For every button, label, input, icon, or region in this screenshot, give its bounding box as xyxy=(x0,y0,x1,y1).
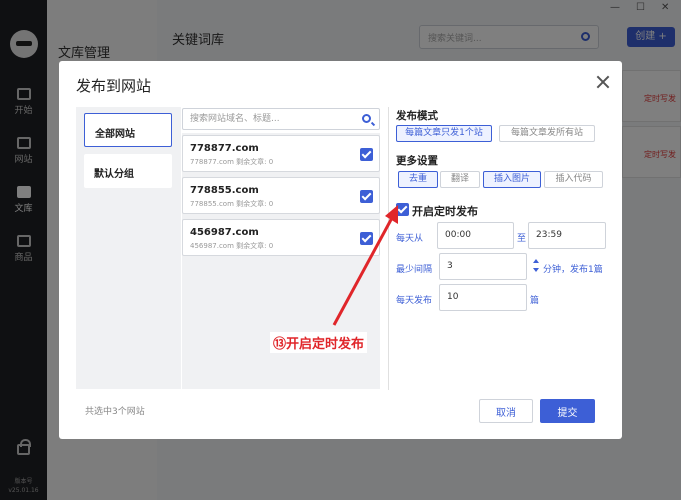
group-default[interactable]: 默认分组 xyxy=(84,154,172,188)
site-item[interactable]: 456987.com 456987.com 剩余文章: 0 xyxy=(182,219,380,256)
site-search-input[interactable] xyxy=(183,109,353,129)
site-checkbox[interactable] xyxy=(360,190,373,203)
daily-from-label: 每天从 xyxy=(396,234,424,244)
more-settings-label: 更多设置 xyxy=(396,155,438,167)
site-name: 778877.com xyxy=(190,143,259,154)
start-time-input[interactable]: 00:00 xyxy=(437,222,514,249)
site-checkbox[interactable] xyxy=(360,148,373,161)
option-insert-image[interactable]: 插入图片 xyxy=(483,171,541,188)
site-subtitle: 778855.com 剩余文章: 0 xyxy=(190,200,274,208)
close-icon[interactable] xyxy=(596,75,610,89)
schedule-checkbox[interactable] xyxy=(396,203,409,216)
daily-publish-label: 每天发布 xyxy=(396,296,433,306)
site-checkbox[interactable] xyxy=(360,232,373,245)
option-dedupe[interactable]: 去重 xyxy=(398,171,438,188)
site-search[interactable] xyxy=(182,108,380,130)
interval-input[interactable]: 3 xyxy=(439,253,527,280)
group-list: 全部网站 默认分组 xyxy=(76,107,181,389)
search-icon[interactable] xyxy=(362,114,371,123)
stepper-icon[interactable] xyxy=(532,258,540,274)
publish-mode-label: 发布模式 xyxy=(396,110,438,122)
cancel-button[interactable]: 取消 xyxy=(479,399,533,423)
publish-dialog: 发布到网站 全部网站 默认分组 778877.com 778877.com 剩余… xyxy=(59,61,622,439)
annotation-label: ⑬开启定时发布 xyxy=(270,332,368,353)
site-name: 456987.com xyxy=(190,227,259,238)
group-all-sites[interactable]: 全部网站 xyxy=(84,113,172,147)
interval-unit: 分钟，发布1篇 xyxy=(543,265,603,275)
site-subtitle: 456987.com 剩余文章: 0 xyxy=(190,242,274,250)
count-unit: 篇 xyxy=(530,296,540,306)
mode-one-site[interactable]: 每篇文章只发1个站 xyxy=(396,125,492,142)
dialog-title: 发布到网站 xyxy=(76,77,152,95)
mode-all-sites[interactable]: 每篇文章发所有站 xyxy=(499,125,595,142)
option-translate[interactable]: 翻译 xyxy=(440,171,480,188)
interval-label: 最少间隔 xyxy=(396,265,433,275)
selection-info: 共选中3个网站 xyxy=(85,407,145,417)
divider xyxy=(388,107,389,390)
site-item[interactable]: 778877.com 778877.com 剩余文章: 0 xyxy=(182,135,380,172)
site-subtitle: 778877.com 剩余文章: 0 xyxy=(190,158,274,166)
option-insert-code[interactable]: 插入代码 xyxy=(544,171,603,188)
schedule-label[interactable]: 开启定时发布 xyxy=(412,203,478,219)
site-item[interactable]: 778855.com 778855.com 剩余文章: 0 xyxy=(182,177,380,214)
to-label: 至 xyxy=(517,234,527,244)
daily-count-input[interactable]: 10 xyxy=(439,284,527,311)
submit-button[interactable]: 提交 xyxy=(540,399,595,423)
end-time-input[interactable]: 23:59 xyxy=(528,222,606,249)
site-name: 778855.com xyxy=(190,185,259,196)
